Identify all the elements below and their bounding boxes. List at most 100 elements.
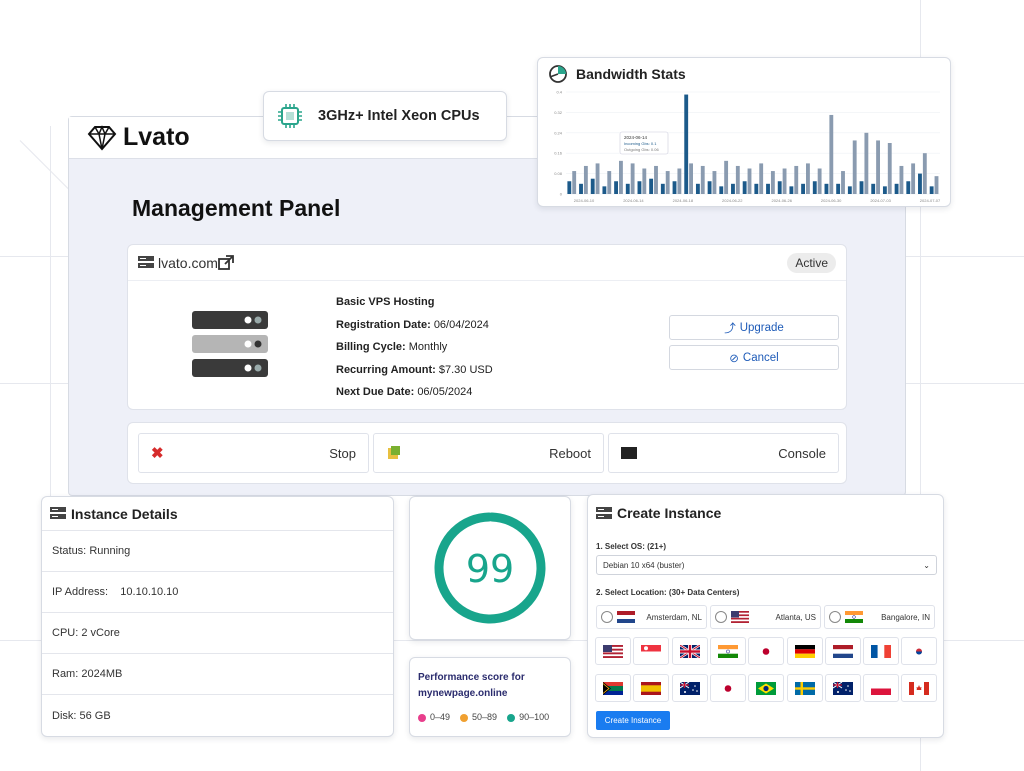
incoming-bar — [695, 183, 700, 194]
detail-row-disk: Disk: 56 GB — [52, 709, 111, 722]
flag-poland-icon — [871, 681, 892, 695]
service-card: lvato.com Active Basic VPS Hosting Regis… — [127, 244, 847, 410]
x-tick-label: 2024-06-18 — [673, 198, 694, 203]
incoming-bar — [812, 181, 817, 194]
incoming-bar — [847, 186, 852, 194]
server-stack-icon — [192, 311, 268, 377]
incoming-bar — [824, 183, 829, 194]
info-row-due: Next Due Date: 06/05/2024 — [336, 386, 473, 398]
x-tick-label: 2024-07-07 — [920, 198, 941, 203]
location-flag-button[interactable] — [824, 637, 861, 665]
tooltip-incoming: Incoming Gbs: 0.1 — [624, 141, 657, 146]
console-button[interactable]: Console — [608, 433, 839, 473]
location-flag-button[interactable] — [748, 637, 785, 665]
location-flag-button[interactable] — [671, 674, 708, 702]
incoming-bar — [906, 181, 911, 194]
incoming-bar — [637, 181, 642, 194]
flag-germany-icon — [794, 644, 815, 658]
outgoing-bar — [724, 160, 729, 194]
location-flag-button[interactable] — [863, 637, 900, 665]
location-flag-button[interactable] — [709, 637, 746, 665]
location-flag-button[interactable] — [709, 674, 746, 702]
y-tick-label: 0.16 — [554, 151, 563, 156]
incoming-bar — [684, 94, 689, 194]
outgoing-bar — [782, 168, 787, 194]
location-flag-button[interactable] — [786, 674, 823, 702]
x-tick-label: 2024-06-26 — [771, 198, 792, 203]
y-tick-label: 0 — [560, 192, 563, 197]
tooltip-date: 2024-06-14 — [624, 135, 648, 140]
location-flag-button[interactable] — [595, 637, 631, 665]
location-flag-button[interactable] — [863, 674, 900, 702]
outgoing-bar — [759, 163, 764, 194]
location-bangalore[interactable]: Bangalore, IN — [824, 605, 935, 629]
location-flag-button[interactable] — [633, 674, 670, 702]
flag-singapore-icon — [641, 644, 662, 658]
cancel-button[interactable]: ⊘ Cancel — [669, 345, 839, 370]
outgoing-bar — [595, 163, 600, 194]
location-atlanta[interactable]: Atlanta, US — [710, 605, 821, 629]
detail-row-ram: Ram: 2024MB — [42, 654, 393, 695]
flag-usa-icon — [731, 611, 749, 623]
location-flag-button[interactable] — [901, 637, 938, 665]
outgoing-bar — [899, 165, 904, 194]
flag-japan-icon — [717, 681, 738, 695]
location-flag-button[interactable] — [595, 674, 631, 702]
create-instance-card: Create Instance 1. Select OS: (21+) Debi… — [587, 494, 944, 738]
legend-average: 50–89 — [460, 712, 497, 722]
outgoing-bar — [770, 171, 775, 194]
instance-details-header: Instance Details — [42, 497, 393, 531]
flag-south-africa-icon — [603, 681, 623, 695]
upgrade-button[interactable]: ⤴ Upgrade — [669, 315, 839, 340]
outgoing-bar — [747, 168, 752, 194]
performance-score: 99 — [466, 547, 514, 591]
location-flag-button[interactable] — [671, 637, 708, 665]
instance-details-card: Instance Details Status: Running IP Addr… — [41, 496, 394, 737]
flag-spain-icon — [641, 681, 662, 695]
radio-icon[interactable] — [601, 611, 613, 623]
power-controls: ✖ Stop Reboot Console — [127, 422, 847, 484]
create-instance-button[interactable]: Create Instance — [596, 711, 670, 730]
flag-netherlands-icon — [617, 611, 635, 623]
page-title: Management Panel — [132, 195, 341, 221]
flag-brazil-icon — [756, 681, 777, 695]
external-link-icon[interactable] — [218, 254, 234, 271]
flag-uk-icon — [679, 644, 700, 658]
instance-details-title: Instance Details — [71, 505, 178, 522]
incoming-bar — [801, 183, 806, 194]
tooltip-outgoing: Outgoing Gbs: 0.06 — [624, 147, 659, 152]
flag-usa-icon — [603, 644, 623, 658]
location-flag-button[interactable] — [786, 637, 823, 665]
cpu-feature-label: 3GHz+ Intel Xeon CPUs — [318, 108, 480, 124]
location-flag-button[interactable] — [633, 637, 670, 665]
incoming-bar — [871, 183, 876, 194]
flag-australia-icon — [832, 681, 853, 695]
incoming-bar — [660, 183, 665, 194]
outgoing-bar — [654, 165, 658, 194]
outgoing-bar — [630, 163, 635, 194]
outgoing-bar — [700, 165, 705, 194]
location-amsterdam[interactable]: Amsterdam, NL — [596, 605, 707, 629]
location-flag-button[interactable] — [824, 674, 861, 702]
outgoing-bar — [794, 165, 799, 194]
info-row-registration: Registration Date: 06/04/2024 — [336, 318, 489, 331]
outgoing-bar — [864, 132, 869, 194]
location-flag-button[interactable] — [901, 674, 938, 702]
x-tick-label: 2024-06-30 — [821, 198, 842, 203]
reboot-button[interactable]: Reboot — [373, 433, 604, 473]
detail-row-ip: IP Address: 10.10.10.10 — [42, 572, 393, 613]
radio-icon[interactable] — [715, 611, 727, 623]
location-flag-button[interactable] — [748, 674, 785, 702]
incoming-bar — [731, 183, 735, 194]
incoming-bar — [859, 181, 864, 194]
stop-button[interactable]: ✖ Stop — [138, 433, 369, 473]
os-select[interactable]: Debian 10 x64 (buster) ⌄ — [596, 555, 937, 575]
radio-icon[interactable] — [829, 611, 841, 623]
outgoing-bar — [583, 165, 588, 194]
incoming-bar — [625, 183, 630, 194]
performance-caption-card: Performance score for mynewpage.online 0… — [409, 657, 571, 737]
outgoing-bar — [817, 168, 822, 194]
domain-name: lvato.com — [158, 254, 218, 271]
outgoing-bar — [572, 171, 577, 194]
incoming-bar — [789, 186, 794, 194]
